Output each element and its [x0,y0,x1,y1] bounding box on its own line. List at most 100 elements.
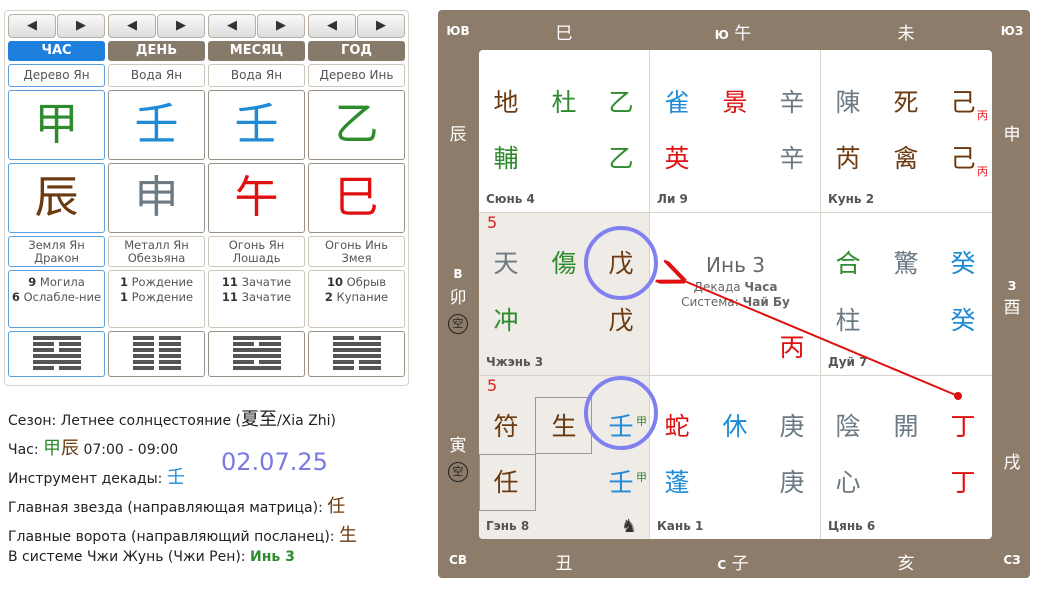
palace-name: Дуй 7 [828,355,868,369]
right-branch-1: 申 [1003,125,1021,145]
heaven-stem: 己 [950,88,976,117]
deity-char: 符 [493,412,519,441]
next-button[interactable]: ▶ [257,14,305,38]
hexagram-icon[interactable] [8,331,105,377]
state-1: 1 Рождение [119,275,194,289]
palace-name: Ли 9 [657,192,688,206]
heaven-stem: 壬 [608,412,634,441]
system-line: В системе Чжи Жунь (Чжи Рен): Инь 3 [8,549,295,565]
bottom-branch-2: С 子 [717,554,749,574]
branch-char: 辰 [8,163,105,233]
palace-name: Чжэнь 3 [486,355,544,369]
next-button[interactable]: ▶ [57,14,105,38]
tab-day[interactable]: ДЕНЬ [108,41,205,61]
earth-stem: 壬 [608,468,634,497]
center-title: Инь 3 [706,253,765,277]
branch-char: 巳 [308,163,405,233]
hexagram-line [232,366,281,370]
prev-button[interactable]: ◀ [208,14,256,38]
palace-zhen[interactable]: 5 天 傷 戊 冲 戊 Чжэнь 3 [479,213,650,376]
state-1: 11 Зачатие [221,275,292,289]
branch-animal: Дракон [34,251,79,265]
earth-stem-sub: 丙 [977,165,988,178]
palace-li[interactable]: 雀 景 辛 英 辛 Ли 9 [650,50,821,213]
hexagram-line [232,348,281,352]
deity-char: 地 [493,88,519,117]
dir-south: Ю [714,28,729,42]
dir-north: С [717,558,727,572]
hexagram-line [232,336,281,340]
deity-char: 天 [493,249,519,278]
pillar-month-nav: ◀ ▶ [208,14,305,38]
deity-char: 合 [835,249,861,278]
top-branch-2: Ю 午 [714,24,752,44]
hexagram-icon[interactable] [108,331,205,377]
hexagram-line [332,342,381,346]
pillar-day-nav: ◀ ▶ [108,14,205,38]
void-icon: 空 [448,314,468,334]
palace-name: Кань 1 [657,519,704,533]
palace-dui[interactable]: 合 驚 癸 柱 癸 Дуй 7 [821,213,992,376]
tab-hour[interactable]: ЧАС [8,41,105,61]
prev-button[interactable]: ◀ [308,14,356,38]
hexagram-line [32,366,81,370]
hexagram-line [132,342,181,346]
heaven-stem: 辛 [779,88,805,117]
palace-name: Гэнь 8 [486,519,530,533]
palace-grid: 地 杜 乙 輔 乙 Сюнь 4 雀 景 辛 英 辛 Ли 9 陳 死 己 丙 … [479,50,992,539]
gate-line: Главные ворота (направляющий посланец): … [8,525,357,546]
branch-animal: Обезьяна [127,251,186,265]
star-char-2: 禽 [893,144,919,173]
deity-char: 雀 [664,88,690,117]
hexagram-icon[interactable] [308,331,405,377]
hexagram-line [132,366,181,370]
palace-number: 5 [487,213,498,232]
branch-desc: Огонь Ян Лошадь [208,236,305,267]
star-char: 冲 [493,306,519,335]
stem-char: 壬 [208,90,305,160]
top-branch-3: 未 [897,24,915,44]
prev-button[interactable]: ◀ [8,14,56,38]
center-stem: 丙 [779,333,805,362]
hexagram-line [132,354,181,358]
pillar-year-nav: ◀ ▶ [308,14,405,38]
next-button[interactable]: ▶ [157,14,205,38]
dir-west: З [1007,279,1017,293]
tab-month[interactable]: МЕСЯЦ [208,41,305,61]
branch-desc: Огонь Инь Змея [308,236,405,267]
heaven-stem: 乙 [608,88,634,117]
bottom-branch-3: 亥 [897,554,915,574]
dir-east: В [453,267,463,281]
earth-stem: 癸 [950,306,976,335]
heaven-stem-sub: 甲 [636,415,647,428]
hexagram-line [332,360,381,364]
palace-name: Сюнь 4 [486,192,535,206]
stem-element: Вода Ян [108,64,205,87]
void-icon: 空 [448,462,468,482]
palace-kun[interactable]: 陳 死 己 丙 芮 禽 己 丙 Кунь 2 [821,50,992,213]
earth-stem: 庚 [779,468,805,497]
hexagram-line [32,360,81,364]
hexagram-line [32,348,81,352]
earth-stem: 乙 [608,144,634,173]
palace-xun[interactable]: 地 杜 乙 輔 乙 Сюнь 4 [479,50,650,213]
star-char: 柱 [835,306,861,335]
state-1: 9 Могила [28,275,85,289]
life-states: 9 Могила 6 Ослабле-ние [8,270,105,328]
hexagram-icon[interactable] [208,331,305,377]
door-char: 休 [722,412,748,441]
earth-stem: 戊 [608,306,634,335]
palace-kan[interactable]: 蛇 休 庚 蓬 庚 Кань 1 [650,376,821,539]
palace-qian[interactable]: 陰 開 丁 心 丁 Цянь 6 [821,376,992,539]
branch-animal: Лошадь [232,251,281,265]
palace-center[interactable]: Инь 3 Декада Часа Система: Чай Бу 丙 [650,213,821,376]
tab-year[interactable]: ГОД [308,41,405,61]
branch-desc: Металл Ян Обезьяна [108,236,205,267]
center-system: Система: Чай Бу [681,295,790,309]
prev-button[interactable]: ◀ [108,14,156,38]
door-char: 傷 [551,249,577,278]
next-button[interactable]: ▶ [357,14,405,38]
palace-gen[interactable]: 5 符 生 壬 甲 任 壬 甲 Гэнь 8 ♞ [479,376,650,539]
state-2: 2 Купание [324,290,389,304]
heaven-stem: 庚 [779,412,805,441]
